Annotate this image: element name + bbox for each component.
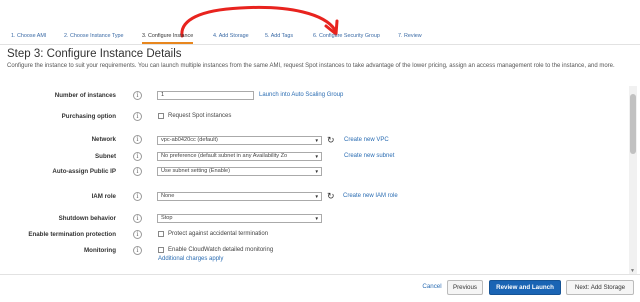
- steps-divider: [0, 44, 640, 45]
- wizard-step-choose-instance-type[interactable]: 2. Choose Instance Type: [64, 30, 124, 42]
- additional-charges-link[interactable]: Additional charges apply: [158, 256, 223, 262]
- refresh-icon[interactable]: ↻: [327, 136, 335, 145]
- auto-assign-ip-value: Use subnet setting (Enable): [161, 168, 231, 174]
- termination-protection-checkbox[interactable]: [158, 231, 164, 237]
- scrollbar[interactable]: [629, 86, 637, 276]
- info-icon[interactable]: i: [133, 192, 142, 201]
- dropdown-arrow-icon: ▼: [314, 138, 319, 143]
- wizard-step-choose-ami[interactable]: 1. Choose AMI: [11, 30, 46, 42]
- refresh-icon[interactable]: ↻: [327, 192, 335, 201]
- info-icon[interactable]: i: [133, 152, 142, 161]
- auto-assign-ip-select[interactable]: Use subnet setting (Enable) ▼: [157, 167, 322, 176]
- cancel-button[interactable]: Cancel: [420, 280, 444, 295]
- network-label: Network: [91, 136, 116, 143]
- review-and-launch-button[interactable]: Review and Launch: [489, 280, 561, 295]
- info-icon[interactable]: i: [133, 91, 142, 100]
- page-description: Configure the instance to suit your requ…: [7, 63, 615, 69]
- info-icon[interactable]: i: [133, 246, 142, 255]
- dropdown-arrow-icon: ▼: [314, 169, 319, 174]
- monitoring-label: Monitoring: [84, 247, 116, 254]
- termination-protection-text: Protect against accidental termination: [168, 231, 269, 237]
- wizard-step-configure-instance[interactable]: 3. Configure Instance: [142, 30, 194, 44]
- request-spot-checkbox[interactable]: [158, 113, 164, 119]
- info-icon[interactable]: i: [133, 214, 142, 223]
- create-new-vpc-link[interactable]: Create new VPC: [344, 137, 389, 143]
- wizard-step-add-storage[interactable]: 4. Add Storage: [213, 30, 249, 42]
- purchasing-option-label: Purchasing option: [61, 113, 116, 120]
- scrollbar-thumb[interactable]: [630, 94, 636, 154]
- iam-role-select[interactable]: None ▼: [157, 192, 322, 201]
- info-icon[interactable]: i: [133, 167, 142, 176]
- dropdown-arrow-icon: ▼: [314, 194, 319, 199]
- wizard-step-add-tags[interactable]: 5. Add Tags: [265, 30, 293, 42]
- subnet-value: No preference (default subnet in any Ava…: [161, 153, 288, 159]
- number-of-instances-label: Number of instances: [54, 92, 116, 99]
- dropdown-arrow-icon: ▼: [314, 154, 319, 159]
- previous-button[interactable]: Previous: [447, 280, 483, 295]
- dropdown-arrow-icon: ▼: [314, 216, 319, 221]
- shutdown-behavior-value: Stop: [161, 215, 173, 221]
- info-icon[interactable]: i: [133, 135, 142, 144]
- info-icon[interactable]: i: [133, 112, 142, 121]
- create-new-subnet-link[interactable]: Create new subnet: [344, 153, 394, 159]
- configure-instance-page: 1. Choose AMI 2. Choose Instance Type 3.…: [0, 0, 640, 302]
- network-value: vpc-ab0420cc (default): [161, 137, 218, 143]
- shutdown-behavior-label: Shutdown behavior: [58, 215, 116, 222]
- footer-bar: Cancel Previous Review and Launch Next: …: [0, 274, 640, 302]
- termination-protection-label: Enable termination protection: [28, 231, 116, 238]
- next-add-storage-button[interactable]: Next: Add Storage: [566, 280, 634, 295]
- auto-assign-ip-label: Auto-assign Public IP: [52, 168, 116, 175]
- page-title: Step 3: Configure Instance Details: [7, 48, 182, 60]
- number-of-instances-input[interactable]: 1: [157, 91, 254, 100]
- request-spot-label: Request Spot instances: [168, 113, 232, 119]
- shutdown-behavior-select[interactable]: Stop ▼: [157, 214, 322, 223]
- create-new-iam-role-link[interactable]: Create new IAM role: [343, 193, 398, 199]
- wizard-steps: 1. Choose AMI 2. Choose Instance Type 3.…: [0, 30, 640, 44]
- subnet-select[interactable]: No preference (default subnet in any Ava…: [157, 152, 322, 161]
- info-icon[interactable]: i: [133, 230, 142, 239]
- iam-role-value: None: [161, 193, 175, 199]
- launch-into-asg-link[interactable]: Launch into Auto Scaling Group: [259, 92, 343, 98]
- wizard-step-configure-security-group[interactable]: 6. Configure Security Group: [313, 30, 380, 42]
- cloudwatch-monitoring-checkbox[interactable]: [158, 247, 164, 253]
- cloudwatch-monitoring-text: Enable CloudWatch detailed monitoring: [168, 247, 274, 253]
- iam-role-label: IAM role: [91, 193, 116, 200]
- network-select[interactable]: vpc-ab0420cc (default) ▼: [157, 136, 322, 145]
- wizard-step-review[interactable]: 7. Review: [398, 30, 422, 42]
- instance-details-form: Number of instances i 1 Launch into Auto…: [0, 86, 628, 276]
- subnet-label: Subnet: [95, 153, 116, 160]
